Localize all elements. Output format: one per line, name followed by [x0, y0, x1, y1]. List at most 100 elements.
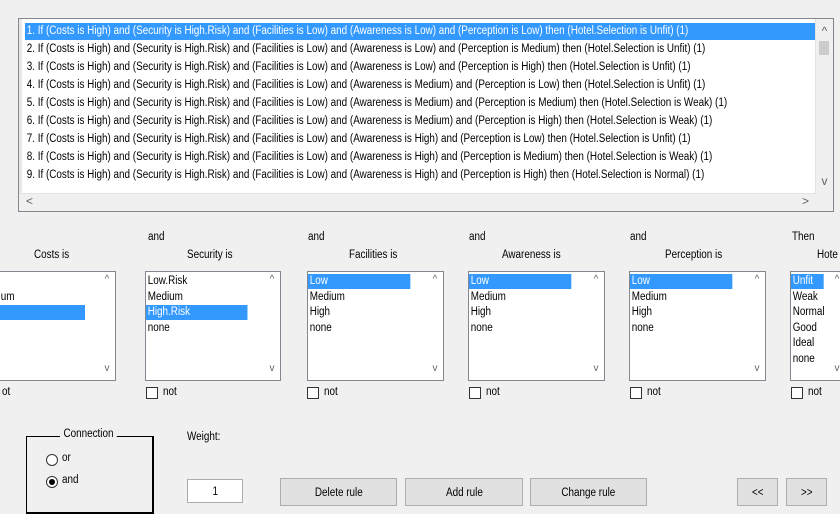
chevron-down-icon[interactable]: v: [264, 363, 280, 374]
listbox-option[interactable]: none: [469, 321, 571, 336]
facilities-not-checkbox[interactable]: [307, 387, 319, 399]
costs-listbox[interactable]: um ^ v: [0, 271, 116, 381]
scroll-right-icon[interactable]: >: [797, 193, 814, 210]
rule-text: 1. If (Costs is High) and (Security is H…: [26, 25, 689, 37]
security-not-checkbox[interactable]: [146, 387, 158, 399]
previous-button[interactable]: <<: [737, 478, 778, 506]
rule-text: 6. If (Costs is High) and (Security is H…: [26, 115, 713, 127]
listbox-scrollbar[interactable]: ^ v: [588, 272, 604, 380]
listbox-option[interactable]: High: [308, 305, 410, 320]
listbox-option[interactable]: Ideal: [791, 336, 824, 351]
perception-not-checkbox[interactable]: [630, 387, 642, 399]
rule-row[interactable]: 1. If (Costs is High) and (Security is H…: [25, 23, 833, 40]
listbox-scrollbar[interactable]: ^ v: [749, 272, 765, 380]
then-label: Then: [792, 231, 815, 243]
and-label-2: and: [308, 231, 325, 243]
rule-row[interactable]: 2. If (Costs is High) and (Security is H…: [25, 41, 833, 58]
listbox-option[interactable]: none: [308, 321, 410, 336]
awareness-not-checkbox[interactable]: [469, 387, 481, 399]
listbox-option[interactable]: Weak: [791, 290, 824, 305]
chevron-down-icon[interactable]: v: [749, 363, 765, 374]
rule-list-vertical-scrollbar[interactable]: ^ v: [815, 19, 833, 195]
listbox-option[interactable]: [0, 274, 85, 289]
awareness-label: Awareness is: [502, 249, 561, 261]
rule-list-gutter: [19, 19, 22, 211]
chevron-up-icon[interactable]: ^: [588, 274, 604, 285]
chevron-down-icon[interactable]: v: [427, 363, 443, 374]
listbox-option[interactable]: Medium: [146, 290, 247, 305]
chevron-down-icon[interactable]: v: [99, 363, 115, 374]
add-rule-button[interactable]: Add rule: [405, 478, 523, 506]
facilities-listbox[interactable]: Low Medium High none ^ v: [307, 271, 444, 381]
rule-row[interactable]: 5. If (Costs is High) and (Security is H…: [25, 95, 833, 112]
rule-row[interactable]: 4. If (Costs is High) and (Security is H…: [25, 77, 833, 94]
listbox-option[interactable]: High: [469, 305, 571, 320]
perception-listbox[interactable]: Low Medium High none ^ v: [629, 271, 766, 381]
listbox-option[interactable]: none: [791, 352, 824, 367]
rule-list[interactable]: 1. If (Costs is High) and (Security is H…: [18, 18, 834, 212]
rule-text: 9. If (Costs is High) and (Security is H…: [26, 169, 705, 181]
listbox-option[interactable]: um: [0, 290, 85, 305]
chevron-up-icon[interactable]: ^: [829, 274, 840, 285]
listbox-option[interactable]: Low.Risk: [146, 274, 247, 289]
connection-or-label: or: [62, 452, 71, 464]
listbox-option[interactable]: [0, 305, 85, 320]
listbox-option[interactable]: Unfit: [791, 274, 824, 289]
chevron-up-icon[interactable]: ^: [749, 274, 765, 285]
listbox-option[interactable]: Normal: [791, 305, 825, 320]
rule-text: 3. If (Costs is High) and (Security is H…: [26, 61, 691, 73]
rule-text: 8. If (Costs is High) and (Security is H…: [26, 151, 713, 163]
scroll-left-icon[interactable]: <: [21, 193, 38, 210]
listbox-option[interactable]: High.Risk: [146, 305, 248, 320]
chevron-down-icon[interactable]: v: [829, 363, 840, 374]
listbox-scrollbar[interactable]: ^ v: [829, 272, 840, 380]
listbox-option[interactable]: [0, 321, 85, 336]
listbox-option[interactable]: Low: [630, 274, 733, 289]
change-rule-label: Change rule: [561, 487, 616, 499]
listbox-scrollbar[interactable]: ^ v: [99, 272, 115, 380]
listbox-option[interactable]: Medium: [308, 290, 410, 305]
rule-row[interactable]: 7. If (Costs is High) and (Security is H…: [25, 131, 833, 148]
rule-list-horizontal-scrollbar[interactable]: < >: [19, 193, 817, 211]
listbox-option[interactable]: none: [146, 321, 247, 336]
change-rule-button[interactable]: Change rule: [530, 478, 647, 506]
hotel-selection-not-label: not: [808, 386, 822, 398]
facilities-label: Facilities is: [349, 249, 398, 261]
listbox-option[interactable]: Low: [469, 274, 572, 289]
security-label: Security is: [187, 249, 233, 261]
perception-not-label: not: [647, 386, 661, 398]
rule-row[interactable]: 6. If (Costs is High) and (Security is H…: [25, 113, 833, 130]
scroll-up-icon[interactable]: ^: [816, 23, 833, 40]
rule-row[interactable]: 3. If (Costs is High) and (Security is H…: [25, 59, 833, 76]
rule-row[interactable]: 8. If (Costs is High) and (Security is H…: [25, 149, 833, 166]
listbox-option[interactable]: Medium: [469, 290, 571, 305]
previous-label: <<: [751, 487, 764, 499]
connection-and-radio[interactable]: [46, 476, 58, 488]
scroll-down-icon[interactable]: v: [816, 173, 833, 190]
hotel-selection-not-checkbox[interactable]: [791, 387, 803, 399]
security-listbox[interactable]: Low.Risk Medium High.Risk none ^ v: [145, 271, 281, 381]
chevron-up-icon[interactable]: ^: [264, 274, 280, 285]
hotel-selection-listbox[interactable]: Unfit Weak Normal Good Ideal none ^ v: [790, 271, 840, 381]
listbox-option[interactable]: none: [630, 321, 732, 336]
chevron-up-icon[interactable]: ^: [99, 274, 115, 285]
scroll-thumb[interactable]: [819, 41, 829, 55]
listbox-option[interactable]: Low: [308, 274, 411, 289]
delete-rule-label: Delete rule: [314, 487, 363, 499]
awareness-listbox[interactable]: Low Medium High none ^ v: [468, 271, 605, 381]
connection-or-radio[interactable]: [46, 454, 58, 466]
listbox-scrollbar[interactable]: ^ v: [264, 272, 280, 380]
chevron-up-icon[interactable]: ^: [427, 274, 443, 285]
listbox-option[interactable]: Good: [791, 321, 824, 336]
weight-input[interactable]: 1: [187, 479, 243, 503]
rule-row[interactable]: 9. If (Costs is High) and (Security is H…: [25, 167, 833, 184]
listbox-scrollbar[interactable]: ^ v: [427, 272, 443, 380]
listbox-option[interactable]: Medium: [630, 290, 732, 305]
next-button[interactable]: >>: [786, 478, 827, 506]
listbox-option[interactable]: High: [630, 305, 732, 320]
delete-rule-button[interactable]: Delete rule: [280, 478, 397, 506]
chevron-down-icon[interactable]: v: [588, 363, 604, 374]
costs-not-label: ot: [2, 386, 11, 398]
rule-text: 7. If (Costs is High) and (Security is H…: [26, 133, 691, 145]
awareness-not-label: not: [486, 386, 500, 398]
